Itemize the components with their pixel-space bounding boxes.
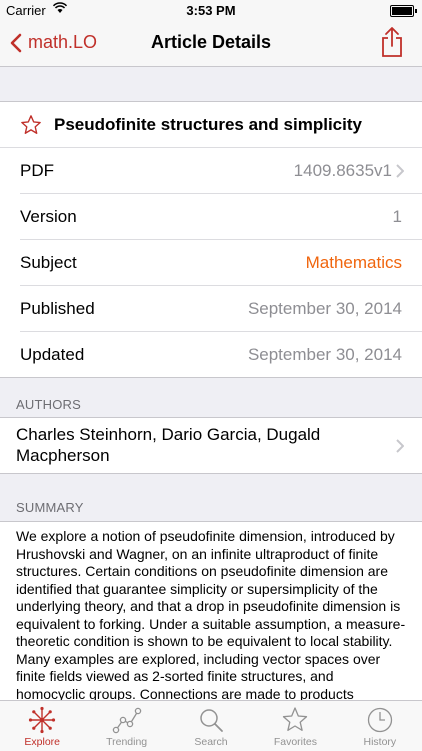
favorite-star-button[interactable] xyxy=(20,114,42,136)
published-label: Published xyxy=(20,298,95,318)
status-time: 3:53 PM xyxy=(186,3,236,18)
updated-label: Updated xyxy=(20,344,85,364)
navigation-bar: math.LO Article Details xyxy=(0,20,422,67)
pdf-label: PDF xyxy=(20,160,54,180)
tab-bar: Explore Trending Search Favorites Histor… xyxy=(0,700,422,751)
clock-icon xyxy=(367,707,392,733)
summary-panel[interactable]: We explore a notion of pseudofinite dime… xyxy=(0,521,422,702)
tab-favorites-label: Favorites xyxy=(273,736,318,748)
version-row: Version 1 xyxy=(20,194,422,240)
updated-value: September 30, 2014 xyxy=(247,344,402,364)
trending-icon xyxy=(112,707,141,734)
share-button[interactable] xyxy=(380,26,404,63)
tab-search[interactable]: Search xyxy=(169,701,253,751)
article-details-group: Pseudofinite structures and simplicity P… xyxy=(0,101,422,378)
updated-row: Updated September 30, 2014 xyxy=(20,332,422,377)
chevron-right-icon xyxy=(396,163,404,178)
star-outline-icon xyxy=(21,114,41,134)
star-icon xyxy=(283,707,308,731)
authors-row[interactable]: Charles Steinhorn, Dario Garcia, Dugald … xyxy=(0,417,422,474)
tab-explore[interactable]: Explore xyxy=(0,701,84,751)
pdf-value: 1409.8635v1 xyxy=(293,160,392,180)
status-bar: Carrier 3:53 PM xyxy=(0,0,422,20)
article-title: Pseudofinite structures and simplicity xyxy=(54,114,362,134)
version-value: 1 xyxy=(392,206,402,226)
tab-trending-label: Trending xyxy=(106,736,148,748)
explore-icon xyxy=(29,706,56,734)
share-icon xyxy=(382,27,402,57)
tab-history[interactable]: History xyxy=(338,701,422,751)
tab-search-label: Search xyxy=(194,736,228,748)
published-row: Published September 30, 2014 xyxy=(20,286,422,332)
search-icon xyxy=(200,709,223,732)
article-title-row: Pseudofinite structures and simplicity xyxy=(0,102,422,148)
summary-section-header: SUMMARY xyxy=(16,500,84,515)
subject-label: Subject xyxy=(20,252,77,272)
tab-favorites[interactable]: Favorites xyxy=(253,701,337,751)
version-label: Version xyxy=(20,206,77,226)
subject-row[interactable]: Subject Mathematics xyxy=(20,240,422,286)
tab-explore-label: Explore xyxy=(24,736,60,748)
chevron-right-icon xyxy=(396,438,404,453)
pdf-row[interactable]: PDF 1409.8635v1 xyxy=(20,148,422,194)
tab-trending[interactable]: Trending xyxy=(84,701,168,751)
page-title: Article Details xyxy=(150,32,272,52)
subject-value[interactable]: Mathematics xyxy=(306,253,402,273)
tab-history-label: History xyxy=(363,736,397,748)
battery-icon xyxy=(390,5,417,17)
authors-section-header: AUTHORS xyxy=(16,397,81,412)
authors-list: Charles Steinhorn, Dario Garcia, Dugald … xyxy=(16,425,321,465)
published-value: September 30, 2014 xyxy=(247,298,402,318)
summary-text: We explore a notion of pseudofinite dime… xyxy=(16,528,406,702)
